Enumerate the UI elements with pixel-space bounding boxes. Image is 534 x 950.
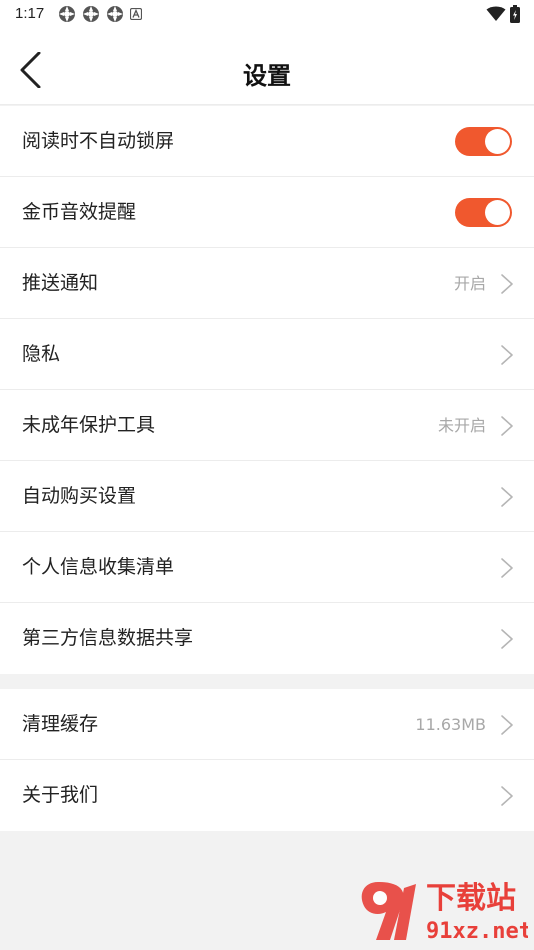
status-notification-icons — [58, 5, 142, 23]
setting-row-privacy[interactable]: 隐私 — [0, 319, 534, 390]
watermark-text-bottom: 91xz.net — [426, 919, 528, 944]
chevron-right-icon — [501, 558, 513, 578]
setting-row-clear-cache[interactable]: 清理缓存 11.63MB — [0, 689, 534, 760]
setting-row-minor-protection[interactable]: 未成年保护工具 未开启 — [0, 390, 534, 461]
battery-icon — [510, 5, 520, 23]
settings-group-secondary: 清理缓存 11.63MB 关于我们 — [0, 689, 534, 831]
setting-label: 隐私 — [22, 343, 61, 365]
header: 设置 — [0, 30, 534, 105]
watermark-logo-icon: 下载站 91xz.net — [361, 881, 528, 944]
page-title: 设置 — [243, 62, 291, 90]
chevron-right-icon — [501, 629, 513, 649]
status-time: 1:17 — [15, 5, 45, 22]
chevron-right-icon — [501, 715, 513, 735]
setting-value: 开启 — [453, 274, 486, 293]
status-bar: 1:17 — [0, 0, 534, 30]
setting-label: 未成年保护工具 — [22, 414, 156, 436]
91xz-logo-icon — [361, 882, 416, 940]
coin-sound-toggle[interactable] — [455, 198, 512, 227]
app-icon — [107, 6, 123, 22]
setting-label: 关于我们 — [22, 784, 99, 806]
setting-row-push-notification[interactable]: 推送通知 开启 — [0, 248, 534, 319]
chevron-right-icon — [501, 345, 513, 365]
toggle-knob — [485, 129, 510, 154]
setting-row-about-us[interactable]: 关于我们 — [0, 760, 534, 831]
app-icon — [59, 6, 75, 22]
setting-label: 推送通知 — [22, 272, 99, 294]
chevron-right-icon — [501, 487, 513, 507]
app-icon — [83, 6, 99, 22]
setting-label: 金币音效提醒 — [22, 201, 137, 223]
chevron-right-icon — [501, 274, 513, 294]
a-icon — [130, 8, 142, 20]
watermark-text-top: 下载站 — [426, 881, 516, 916]
chevron-right-icon — [501, 786, 513, 806]
setting-label: 第三方信息数据共享 — [22, 627, 194, 649]
setting-value: 未开启 — [437, 416, 486, 435]
setting-row-coin-sound: 金币音效提醒 — [0, 177, 534, 248]
setting-row-personal-info-list[interactable]: 个人信息收集清单 — [0, 532, 534, 603]
setting-row-third-party-sharing[interactable]: 第三方信息数据共享 — [0, 603, 534, 674]
setting-label: 自动购买设置 — [22, 485, 137, 507]
setting-label: 阅读时不自动锁屏 — [22, 130, 175, 152]
wifi-icon — [486, 6, 506, 21]
auto-lock-toggle[interactable] — [455, 127, 512, 156]
setting-label: 清理缓存 — [22, 713, 99, 735]
chevron-right-icon — [501, 416, 513, 436]
toggle-knob — [485, 200, 510, 225]
setting-row-auto-purchase[interactable]: 自动购买设置 — [0, 461, 534, 532]
setting-label: 个人信息收集清单 — [22, 556, 175, 578]
setting-row-auto-lock: 阅读时不自动锁屏 — [0, 106, 534, 177]
status-system-icons — [486, 5, 520, 23]
cache-size-value: 11.63MB — [415, 715, 486, 734]
settings-group-main: 阅读时不自动锁屏 金币音效提醒 推送通知 开启 隐私 未成年保护工具 未开启 自… — [0, 106, 534, 674]
